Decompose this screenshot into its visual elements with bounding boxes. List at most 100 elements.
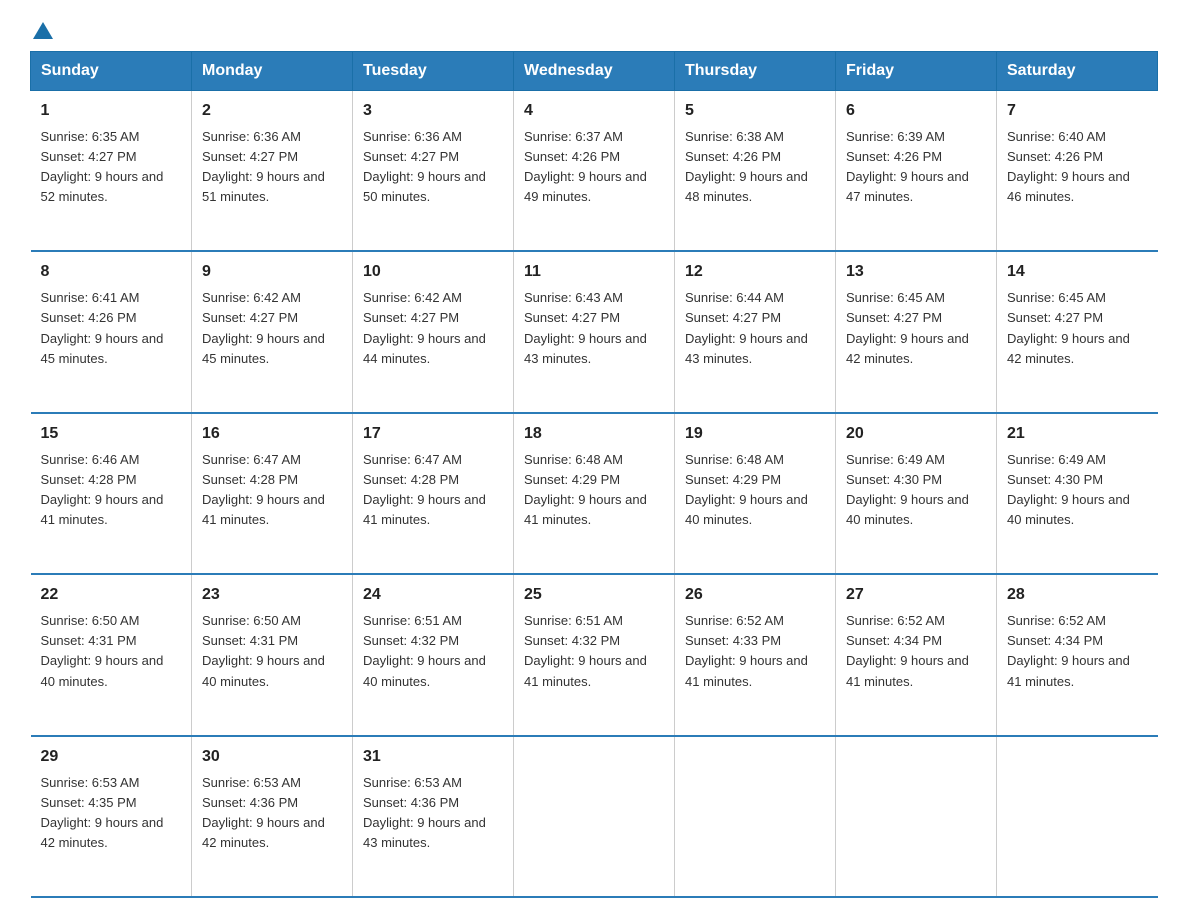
day-info: Sunrise: 6:53 AMSunset: 4:36 PMDaylight:… (363, 775, 486, 850)
day-number: 11 (524, 260, 664, 284)
calendar-cell: 5 Sunrise: 6:38 AMSunset: 4:26 PMDayligh… (675, 91, 836, 252)
week-row-5: 29 Sunrise: 6:53 AMSunset: 4:35 PMDaylig… (31, 736, 1158, 897)
day-info: Sunrise: 6:42 AMSunset: 4:27 PMDaylight:… (363, 290, 486, 365)
day-number: 23 (202, 583, 342, 607)
calendar-cell: 31 Sunrise: 6:53 AMSunset: 4:36 PMDaylig… (353, 736, 514, 897)
day-number: 9 (202, 260, 342, 284)
calendar-cell: 3 Sunrise: 6:36 AMSunset: 4:27 PMDayligh… (353, 91, 514, 252)
day-number: 5 (685, 99, 825, 123)
day-number: 6 (846, 99, 986, 123)
day-number: 7 (1007, 99, 1148, 123)
calendar-cell: 12 Sunrise: 6:44 AMSunset: 4:27 PMDaylig… (675, 251, 836, 412)
day-number: 28 (1007, 583, 1148, 607)
calendar-cell: 27 Sunrise: 6:52 AMSunset: 4:34 PMDaylig… (836, 574, 997, 735)
day-info: Sunrise: 6:43 AMSunset: 4:27 PMDaylight:… (524, 290, 647, 365)
calendar-cell: 21 Sunrise: 6:49 AMSunset: 4:30 PMDaylig… (997, 413, 1158, 574)
day-number: 1 (41, 99, 182, 123)
day-info: Sunrise: 6:35 AMSunset: 4:27 PMDaylight:… (41, 129, 164, 204)
day-number: 24 (363, 583, 503, 607)
calendar-cell: 19 Sunrise: 6:48 AMSunset: 4:29 PMDaylig… (675, 413, 836, 574)
calendar-table: SundayMondayTuesdayWednesdayThursdayFrid… (30, 51, 1158, 898)
day-number: 8 (41, 260, 182, 284)
day-info: Sunrise: 6:44 AMSunset: 4:27 PMDaylight:… (685, 290, 808, 365)
calendar-cell: 11 Sunrise: 6:43 AMSunset: 4:27 PMDaylig… (514, 251, 675, 412)
day-info: Sunrise: 6:51 AMSunset: 4:32 PMDaylight:… (524, 613, 647, 688)
day-info: Sunrise: 6:50 AMSunset: 4:31 PMDaylight:… (202, 613, 325, 688)
logo (30, 20, 53, 33)
week-row-4: 22 Sunrise: 6:50 AMSunset: 4:31 PMDaylig… (31, 574, 1158, 735)
calendar-cell: 13 Sunrise: 6:45 AMSunset: 4:27 PMDaylig… (836, 251, 997, 412)
day-number: 22 (41, 583, 182, 607)
calendar-cell: 8 Sunrise: 6:41 AMSunset: 4:26 PMDayligh… (31, 251, 192, 412)
day-info: Sunrise: 6:36 AMSunset: 4:27 PMDaylight:… (202, 129, 325, 204)
week-row-1: 1 Sunrise: 6:35 AMSunset: 4:27 PMDayligh… (31, 91, 1158, 252)
day-info: Sunrise: 6:47 AMSunset: 4:28 PMDaylight:… (202, 452, 325, 527)
calendar-cell: 23 Sunrise: 6:50 AMSunset: 4:31 PMDaylig… (192, 574, 353, 735)
day-number: 13 (846, 260, 986, 284)
day-info: Sunrise: 6:42 AMSunset: 4:27 PMDaylight:… (202, 290, 325, 365)
calendar-cell: 16 Sunrise: 6:47 AMSunset: 4:28 PMDaylig… (192, 413, 353, 574)
weekday-header-tuesday: Tuesday (353, 52, 514, 91)
day-number: 19 (685, 422, 825, 446)
calendar-cell: 2 Sunrise: 6:36 AMSunset: 4:27 PMDayligh… (192, 91, 353, 252)
day-number: 10 (363, 260, 503, 284)
calendar-cell: 28 Sunrise: 6:52 AMSunset: 4:34 PMDaylig… (997, 574, 1158, 735)
day-info: Sunrise: 6:36 AMSunset: 4:27 PMDaylight:… (363, 129, 486, 204)
day-number: 2 (202, 99, 342, 123)
weekday-header-thursday: Thursday (675, 52, 836, 91)
calendar-cell: 6 Sunrise: 6:39 AMSunset: 4:26 PMDayligh… (836, 91, 997, 252)
calendar-cell (836, 736, 997, 897)
day-info: Sunrise: 6:52 AMSunset: 4:34 PMDaylight:… (1007, 613, 1130, 688)
day-number: 20 (846, 422, 986, 446)
day-number: 30 (202, 745, 342, 769)
day-number: 25 (524, 583, 664, 607)
calendar-cell: 26 Sunrise: 6:52 AMSunset: 4:33 PMDaylig… (675, 574, 836, 735)
calendar-cell (514, 736, 675, 897)
weekday-header-row: SundayMondayTuesdayWednesdayThursdayFrid… (31, 52, 1158, 91)
day-number: 17 (363, 422, 503, 446)
header (30, 20, 1158, 33)
calendar-body: 1 Sunrise: 6:35 AMSunset: 4:27 PMDayligh… (31, 91, 1158, 898)
day-number: 21 (1007, 422, 1148, 446)
day-number: 15 (41, 422, 182, 446)
day-number: 14 (1007, 260, 1148, 284)
day-info: Sunrise: 6:52 AMSunset: 4:33 PMDaylight:… (685, 613, 808, 688)
calendar-cell (997, 736, 1158, 897)
calendar-cell: 18 Sunrise: 6:48 AMSunset: 4:29 PMDaylig… (514, 413, 675, 574)
day-number: 31 (363, 745, 503, 769)
day-info: Sunrise: 6:38 AMSunset: 4:26 PMDaylight:… (685, 129, 808, 204)
day-info: Sunrise: 6:53 AMSunset: 4:36 PMDaylight:… (202, 775, 325, 850)
day-info: Sunrise: 6:50 AMSunset: 4:31 PMDaylight:… (41, 613, 164, 688)
day-info: Sunrise: 6:45 AMSunset: 4:27 PMDaylight:… (1007, 290, 1130, 365)
week-row-3: 15 Sunrise: 6:46 AMSunset: 4:28 PMDaylig… (31, 413, 1158, 574)
day-number: 27 (846, 583, 986, 607)
calendar-cell: 9 Sunrise: 6:42 AMSunset: 4:27 PMDayligh… (192, 251, 353, 412)
day-info: Sunrise: 6:49 AMSunset: 4:30 PMDaylight:… (846, 452, 969, 527)
day-info: Sunrise: 6:45 AMSunset: 4:27 PMDaylight:… (846, 290, 969, 365)
weekday-header-wednesday: Wednesday (514, 52, 675, 91)
weekday-header-monday: Monday (192, 52, 353, 91)
calendar-cell: 15 Sunrise: 6:46 AMSunset: 4:28 PMDaylig… (31, 413, 192, 574)
day-number: 29 (41, 745, 182, 769)
calendar-cell: 4 Sunrise: 6:37 AMSunset: 4:26 PMDayligh… (514, 91, 675, 252)
calendar-cell: 14 Sunrise: 6:45 AMSunset: 4:27 PMDaylig… (997, 251, 1158, 412)
calendar-cell: 17 Sunrise: 6:47 AMSunset: 4:28 PMDaylig… (353, 413, 514, 574)
calendar-cell: 30 Sunrise: 6:53 AMSunset: 4:36 PMDaylig… (192, 736, 353, 897)
day-info: Sunrise: 6:48 AMSunset: 4:29 PMDaylight:… (685, 452, 808, 527)
page: SundayMondayTuesdayWednesdayThursdayFrid… (0, 0, 1188, 918)
day-number: 26 (685, 583, 825, 607)
calendar-cell: 29 Sunrise: 6:53 AMSunset: 4:35 PMDaylig… (31, 736, 192, 897)
calendar-cell: 22 Sunrise: 6:50 AMSunset: 4:31 PMDaylig… (31, 574, 192, 735)
day-info: Sunrise: 6:46 AMSunset: 4:28 PMDaylight:… (41, 452, 164, 527)
day-info: Sunrise: 6:49 AMSunset: 4:30 PMDaylight:… (1007, 452, 1130, 527)
calendar-cell (675, 736, 836, 897)
day-info: Sunrise: 6:53 AMSunset: 4:35 PMDaylight:… (41, 775, 164, 850)
calendar-cell: 25 Sunrise: 6:51 AMSunset: 4:32 PMDaylig… (514, 574, 675, 735)
day-info: Sunrise: 6:41 AMSunset: 4:26 PMDaylight:… (41, 290, 164, 365)
calendar-cell: 10 Sunrise: 6:42 AMSunset: 4:27 PMDaylig… (353, 251, 514, 412)
weekday-header-friday: Friday (836, 52, 997, 91)
calendar-cell: 24 Sunrise: 6:51 AMSunset: 4:32 PMDaylig… (353, 574, 514, 735)
day-info: Sunrise: 6:37 AMSunset: 4:26 PMDaylight:… (524, 129, 647, 204)
day-info: Sunrise: 6:52 AMSunset: 4:34 PMDaylight:… (846, 613, 969, 688)
calendar-cell: 1 Sunrise: 6:35 AMSunset: 4:27 PMDayligh… (31, 91, 192, 252)
